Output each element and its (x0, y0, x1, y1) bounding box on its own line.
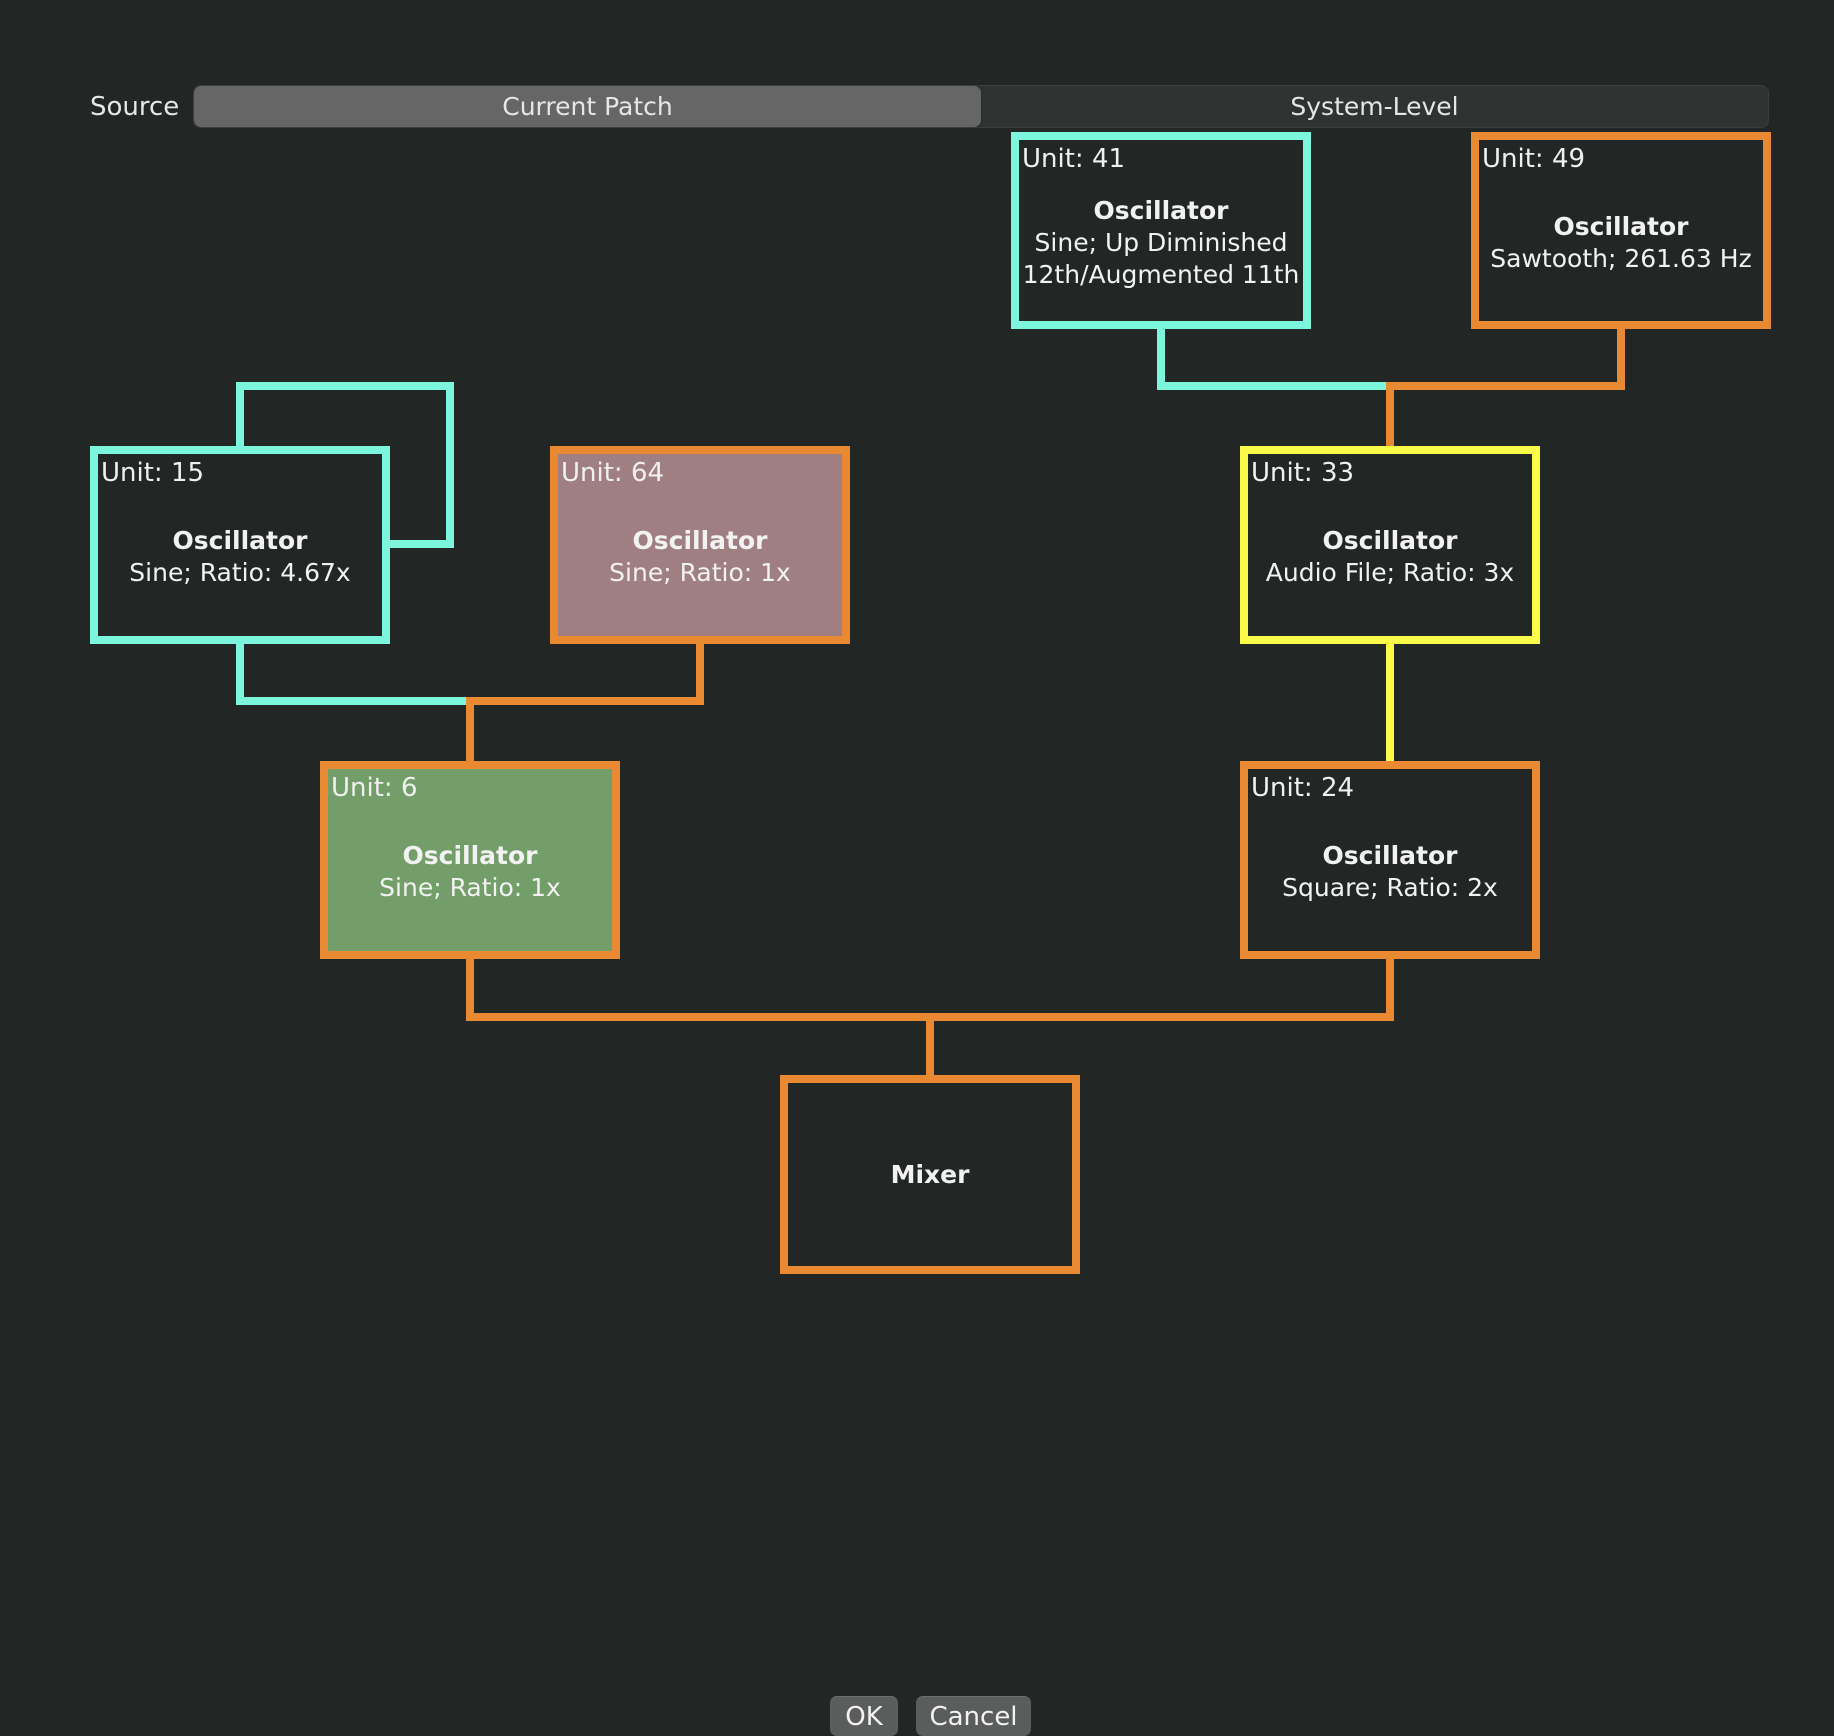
node-description: Sawtooth; 261.63 Hz (1490, 243, 1752, 273)
node-unit-49[interactable]: Unit: 49 Oscillator Sawtooth; 261.63 Hz (1471, 132, 1771, 329)
node-body: Oscillator Sine; Ratio: 1x (558, 525, 842, 589)
node-title: Oscillator (402, 841, 538, 870)
node-unit-label: Unit: 24 (1251, 773, 1355, 803)
wire-64-to-6 (466, 641, 704, 764)
node-description: Square; Ratio: 2x (1282, 873, 1498, 902)
node-title: Oscillator (1093, 195, 1229, 225)
wire-24-to-mixer (926, 956, 1394, 1079)
node-unit-15[interactable]: Unit: 15 Oscillator Sine; Ratio: 4.67x (90, 446, 390, 644)
node-description: Sine; Ratio: 1x (609, 558, 791, 587)
node-title: Oscillator (172, 526, 308, 555)
node-unit-64[interactable]: Unit: 64 Oscillator Sine; Ratio: 1x (550, 446, 850, 644)
cancel-button[interactable]: Cancel (916, 1696, 1031, 1736)
node-body: Oscillator Audio File; Ratio: 3x (1248, 525, 1532, 589)
node-body: Oscillator Square; Ratio: 2x (1248, 840, 1532, 904)
node-unit-24[interactable]: Unit: 24 Oscillator Square; Ratio: 2x (1240, 761, 1540, 959)
patch-dialog: Source Current Patch System-Level Unit: … (0, 0, 1834, 1736)
node-mixer[interactable]: Mixer (780, 1075, 1080, 1274)
node-unit-label: Unit: 41 (1022, 144, 1126, 174)
node-unit-label: Unit: 6 (331, 773, 418, 803)
node-body: Oscillator Sine; Up Diminished 12th/Augm… (1019, 195, 1303, 291)
node-unit-label: Unit: 33 (1251, 458, 1355, 488)
wire-41-to-33 (1157, 326, 1390, 390)
node-body: Oscillator Sine; Ratio: 1x (328, 840, 612, 904)
node-unit-33[interactable]: Unit: 33 Oscillator Audio File; Ratio: 3… (1240, 446, 1540, 644)
node-unit-label: Unit: 64 (561, 458, 665, 488)
node-unit-6[interactable]: Unit: 6 Oscillator Sine; Ratio: 1x (320, 761, 620, 959)
node-title: Oscillator (1553, 211, 1689, 241)
node-body: Mixer (788, 1159, 1072, 1191)
node-unit-41[interactable]: Unit: 41 Oscillator Sine; Up Diminished … (1011, 132, 1311, 329)
node-body: Oscillator Sawtooth; 261.63 Hz (1479, 211, 1763, 275)
node-description: Sine; Ratio: 1x (379, 873, 561, 902)
node-title: Oscillator (1322, 526, 1458, 555)
node-title: Mixer (890, 1159, 970, 1189)
node-body: Oscillator Sine; Ratio: 4.67x (98, 525, 382, 589)
node-unit-label: Unit: 49 (1482, 144, 1586, 174)
ok-button[interactable]: OK (830, 1696, 898, 1736)
node-title: Oscillator (632, 526, 768, 555)
node-unit-label: Unit: 15 (101, 458, 205, 488)
node-description: Sine; Ratio: 4.67x (129, 558, 351, 587)
wire-15-to-6 (236, 641, 470, 705)
node-description: Audio File; Ratio: 3x (1265, 558, 1515, 587)
wire-49-to-33 (1386, 326, 1625, 449)
wire-6-to-mixer (466, 956, 930, 1021)
node-description: Sine; Up Diminished 12th/Augmented 11th (1022, 227, 1300, 289)
node-title: Oscillator (1322, 841, 1458, 870)
